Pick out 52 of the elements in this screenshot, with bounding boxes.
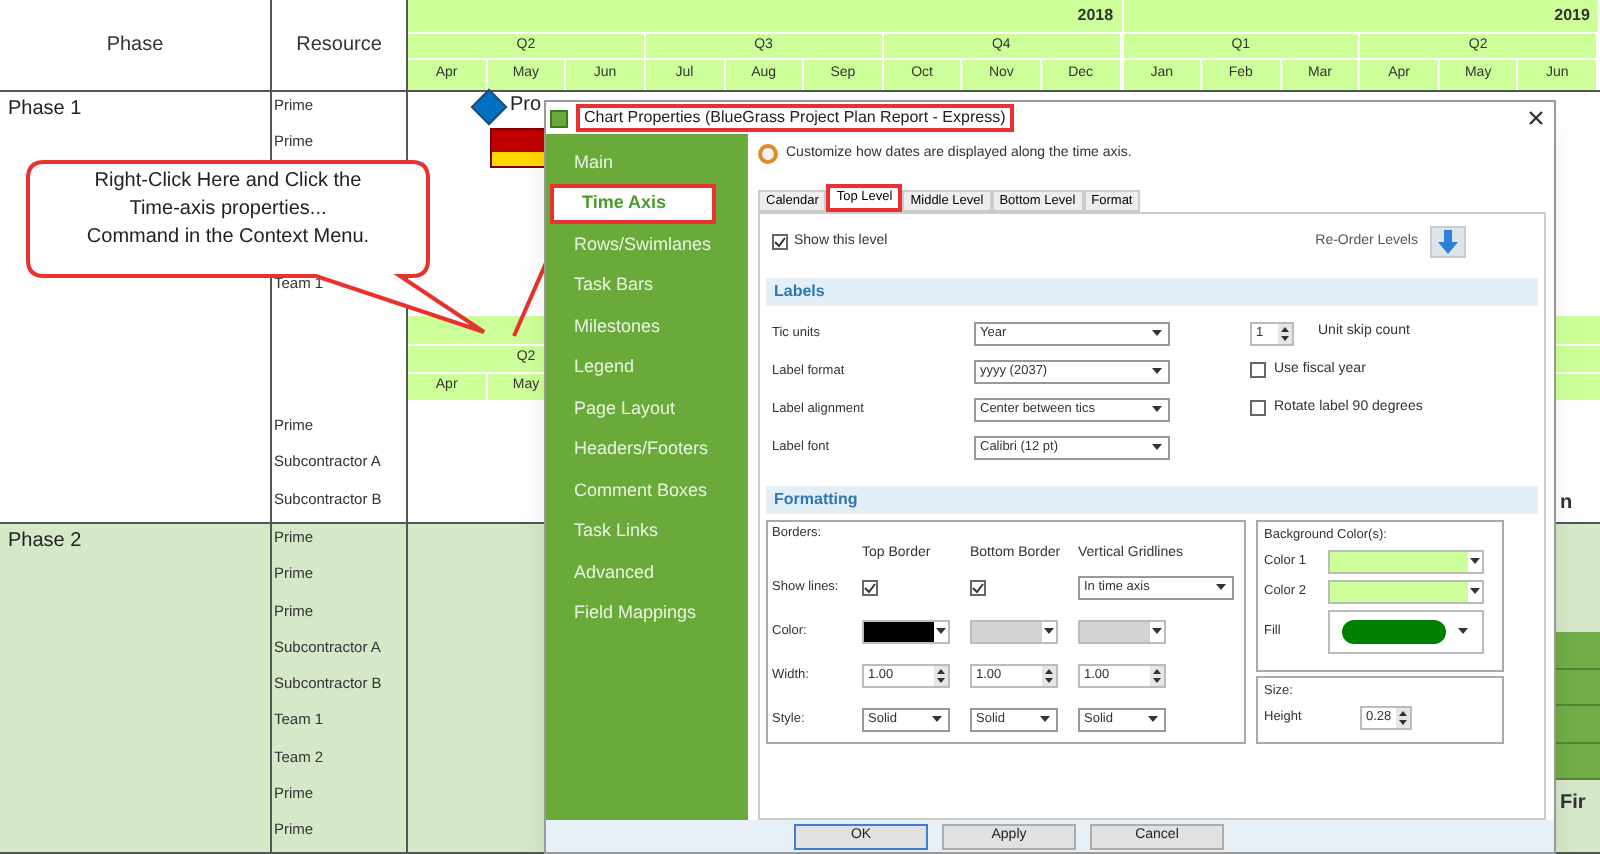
phase-name: Phase 1 bbox=[8, 98, 82, 120]
down-arrow-icon bbox=[1438, 230, 1458, 254]
close-icon[interactable] bbox=[1528, 110, 1544, 126]
column-header: Phase bbox=[106, 33, 164, 57]
milestone-label: Pro bbox=[510, 94, 542, 118]
task-bar bbox=[1556, 669, 1600, 706]
year-label: 2018 bbox=[1077, 6, 1114, 26]
caret-icon bbox=[1148, 716, 1158, 723]
caret-icon bbox=[936, 628, 946, 635]
section-header: Formatting bbox=[766, 486, 1538, 514]
caret-icon bbox=[1216, 584, 1226, 591]
fill-picker[interactable] bbox=[1328, 609, 1484, 654]
checkbox[interactable] bbox=[1250, 400, 1266, 417]
spinner-arrows-icon bbox=[1396, 707, 1410, 728]
move-down-button[interactable] bbox=[1430, 226, 1466, 258]
color-picker[interactable] bbox=[862, 619, 950, 644]
caret-icon bbox=[1458, 628, 1468, 635]
sidebar-item[interactable]: Time Axis bbox=[550, 183, 716, 224]
checkbox[interactable] bbox=[772, 234, 788, 250]
callout-text: Right-Click Here and Click the Time-axis properties... Command in the Context Menu. bbox=[84, 168, 372, 252]
caret-icon bbox=[1152, 444, 1162, 450]
checkbox[interactable] bbox=[862, 579, 878, 596]
caret-icon bbox=[1152, 330, 1162, 336]
task-label: Fir bbox=[1560, 792, 1586, 816]
window-title: Chart Properties (BlueGrass Project Plan Report - Express) bbox=[576, 104, 1014, 132]
task-bar bbox=[1556, 706, 1600, 743]
task-label: n bbox=[1560, 492, 1573, 516]
spinner-arrows-icon bbox=[1278, 323, 1292, 343]
spinner-arrows-icon bbox=[1042, 665, 1056, 686]
caret-icon bbox=[1152, 628, 1162, 635]
app-icon bbox=[550, 109, 568, 127]
checkbox[interactable] bbox=[1250, 362, 1266, 379]
caret-icon bbox=[1470, 558, 1480, 565]
task-bar bbox=[1556, 743, 1600, 780]
phase-name: Phase 2 bbox=[8, 530, 82, 552]
checkbox[interactable] bbox=[970, 579, 986, 596]
color-picker[interactable] bbox=[1328, 579, 1484, 604]
caret-icon bbox=[1152, 406, 1162, 412]
caret-icon bbox=[1040, 716, 1050, 723]
spinner-arrows-icon bbox=[934, 665, 948, 686]
color-picker[interactable] bbox=[1078, 619, 1166, 644]
column-header: Resource bbox=[296, 33, 382, 57]
caret-icon bbox=[1152, 368, 1162, 374]
caret-icon bbox=[1044, 628, 1054, 635]
caret-icon bbox=[932, 716, 942, 723]
color-picker[interactable] bbox=[970, 619, 1058, 644]
spinner-arrows-icon bbox=[1150, 665, 1164, 686]
task-bar bbox=[1556, 632, 1600, 669]
caret-icon bbox=[1470, 588, 1480, 595]
section-header: Labels bbox=[766, 278, 1538, 306]
year-label: 2019 bbox=[1554, 6, 1590, 26]
color-picker[interactable] bbox=[1328, 549, 1484, 574]
